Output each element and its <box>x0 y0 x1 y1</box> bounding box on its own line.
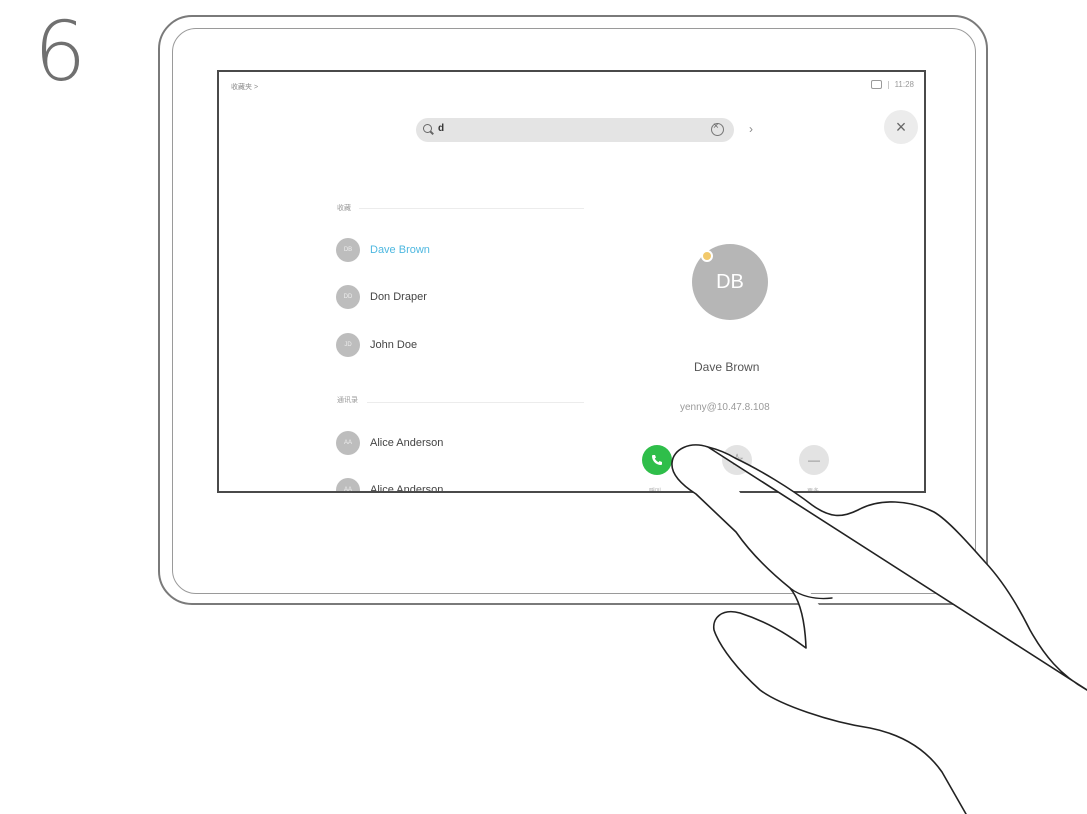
detail-name: Dave Brown <box>694 360 760 374</box>
more-label: 更多 <box>807 489 820 493</box>
avatar: AA <box>336 478 360 491</box>
status-divider <box>887 80 889 89</box>
status-bar: 11:28 <box>870 80 914 89</box>
contact-item[interactable]: DB Dave Brown <box>336 238 430 262</box>
divider <box>367 402 584 403</box>
avatar: AA <box>336 431 360 455</box>
screen-share-icon[interactable] <box>870 80 882 89</box>
search-icon <box>423 124 432 133</box>
contact-name: Alice Anderson <box>370 437 444 449</box>
presence-indicator <box>701 250 713 262</box>
avatar: JD <box>336 333 360 357</box>
clock: 11:28 <box>894 80 914 89</box>
step-number: 6 <box>34 5 87 100</box>
close-button[interactable]: × <box>884 110 918 144</box>
clear-search-icon[interactable] <box>711 121 724 136</box>
search-query: d <box>438 123 445 134</box>
favorite-button[interactable]: ☆ <box>722 445 752 475</box>
more-button[interactable]: — <box>799 445 829 475</box>
contact-name: John Doe <box>370 339 418 351</box>
search-input[interactable]: d <box>416 118 734 142</box>
more-icon: — <box>808 453 820 467</box>
contact-name: Alice Anderson <box>370 484 444 493</box>
touch-screen: 收藏夹 > 11:28 d › × 收藏 DB Dave Brown DD Do… <box>217 70 926 493</box>
contact-item[interactable]: JD John Doe <box>336 333 417 357</box>
divider <box>359 208 584 209</box>
contact-item[interactable]: DD Don Draper <box>336 285 427 309</box>
phone-icon <box>652 455 662 465</box>
section-header-favorites: 收藏 <box>337 205 351 212</box>
avatar: DD <box>336 285 360 309</box>
call-button[interactable] <box>642 445 672 475</box>
chevron-right-icon[interactable]: › <box>749 122 753 136</box>
close-icon: × <box>895 116 907 137</box>
detail-address: yenny@10.47.8.108 <box>680 402 770 413</box>
star-icon: ☆ <box>729 452 745 469</box>
status-breadcrumb[interactable]: 收藏夹 > <box>231 82 258 92</box>
section-header-directory: 通讯录 <box>337 397 358 404</box>
call-label: 呼叫 <box>649 489 662 493</box>
contact-name: Dave Brown <box>370 244 430 256</box>
contact-item[interactable]: AA Alice Anderson <box>336 431 443 455</box>
contact-name: Don Draper <box>370 291 427 303</box>
contact-item[interactable]: AA Alice Anderson <box>336 478 444 493</box>
avatar: DB <box>336 238 360 262</box>
